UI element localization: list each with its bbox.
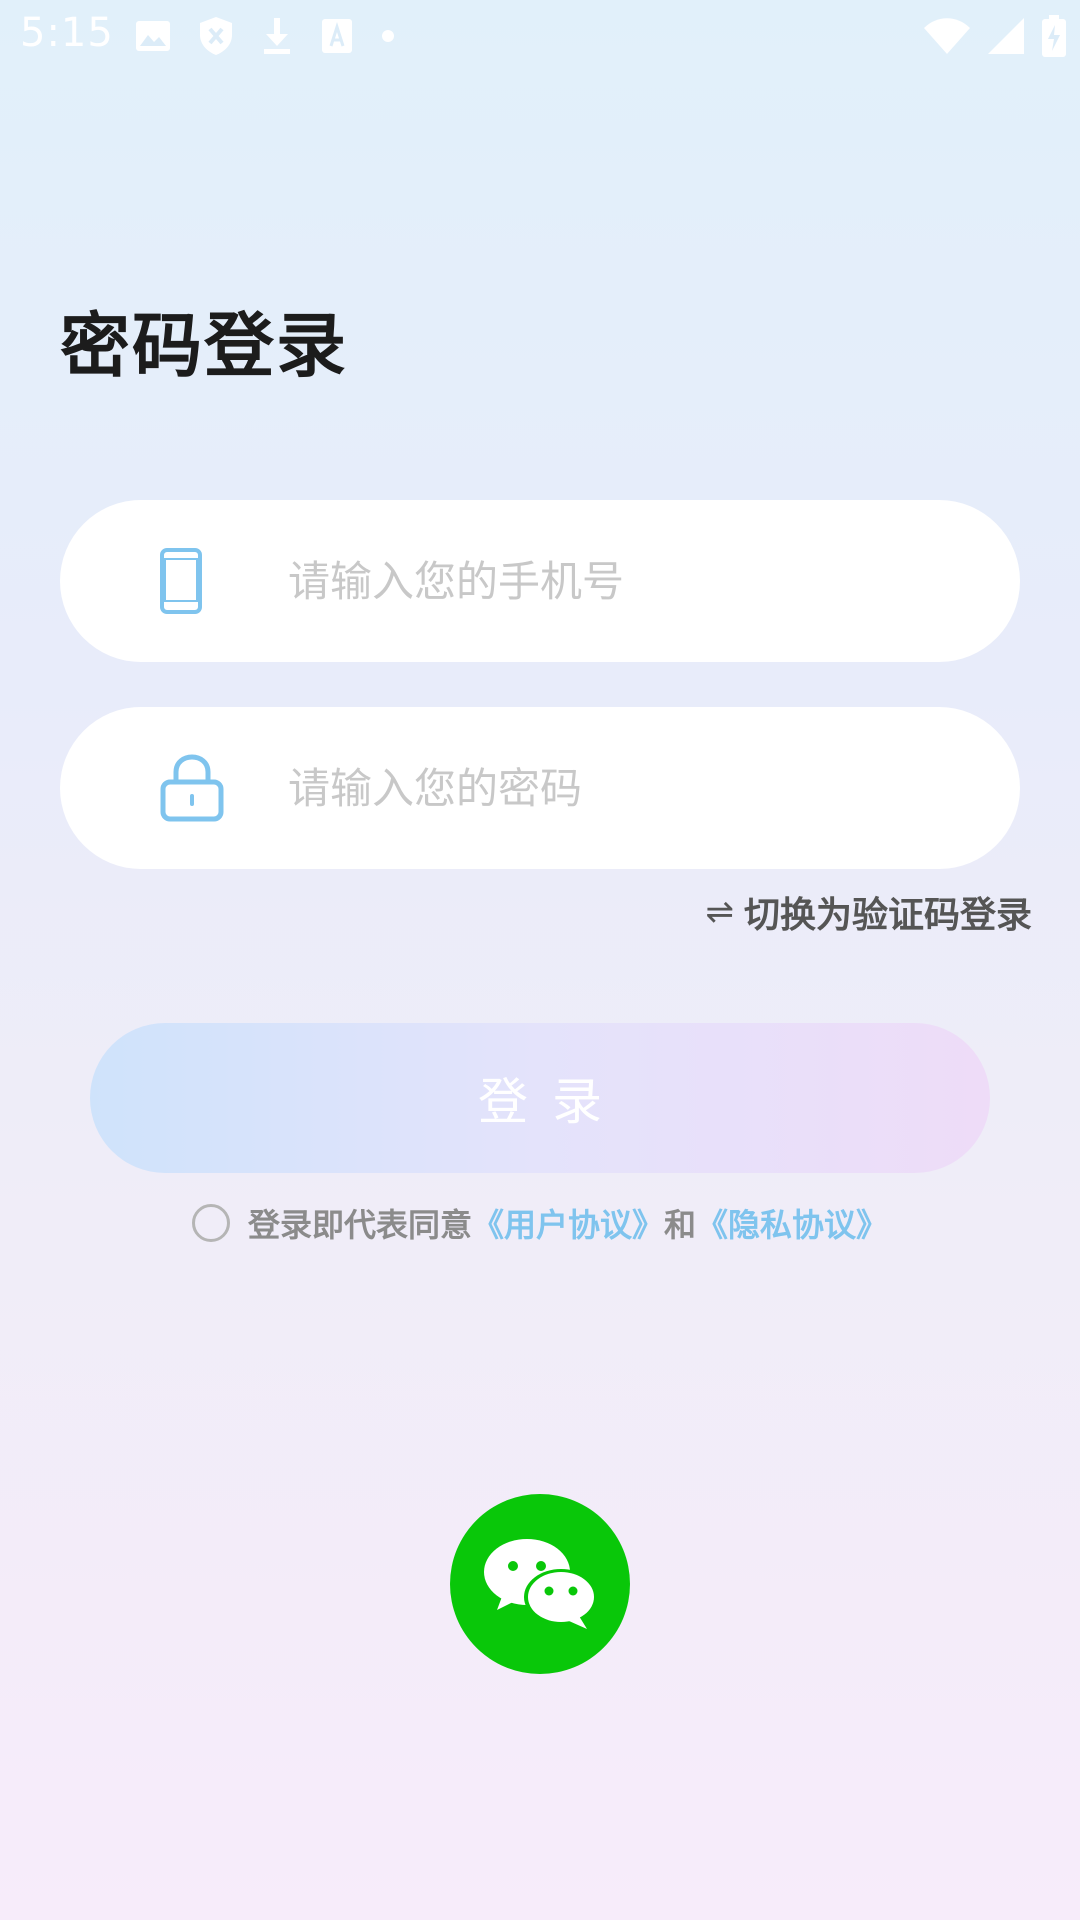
phone-input[interactable] [286,555,990,607]
status-time: 5:15 [20,10,114,56]
status-icons-left [136,14,394,58]
status-icons-right [924,12,1066,60]
download-icon [264,18,290,54]
phone-icon-wrap [160,548,264,614]
agreement-prefix: 登录即代表同意 [247,1206,472,1244]
swap-icon: ⇌ [705,892,734,932]
password-field[interactable] [60,707,1020,869]
phone-field[interactable] [60,500,1020,662]
agreement-checkbox[interactable] [191,1204,230,1242]
lock-icon [160,754,224,822]
agreement-joiner: 和 [664,1206,697,1244]
wechat-login-button[interactable] [450,1494,630,1674]
login-button[interactable]: 登录 [90,1023,990,1173]
battery-charging-icon [1042,15,1066,57]
status-bar: 5:15 [0,0,1080,72]
shield-icon [200,17,232,55]
switch-to-code-login-link[interactable]: ⇌ 切换为验证码登录 [705,886,1032,938]
privacy-agreement-link[interactable]: 《隐私协议》 [696,1200,888,1246]
page-title: 密码登录 [60,305,348,387]
image-icon [136,21,170,51]
text-icon [322,19,352,53]
switch-label: 切换为验证码登录 [743,895,1032,936]
wechat-icon [484,1539,597,1629]
agreement-row: 登录即代表同意 《用户协议》 和 《隐私协议》 [0,1200,1080,1246]
lock-icon-wrap [160,754,264,822]
phone-icon [160,548,202,614]
wifi-icon [924,18,970,54]
dot-icon [382,30,394,42]
password-input[interactable] [286,762,990,814]
login-screen: 5:15 密码登录 请输入您的手机号 ⇌ 切换为验证码登录 登录 登录即代表同意… [0,0,1080,1920]
signal-icon [988,18,1024,54]
user-agreement-link[interactable]: 《用户协议》 [472,1200,664,1246]
